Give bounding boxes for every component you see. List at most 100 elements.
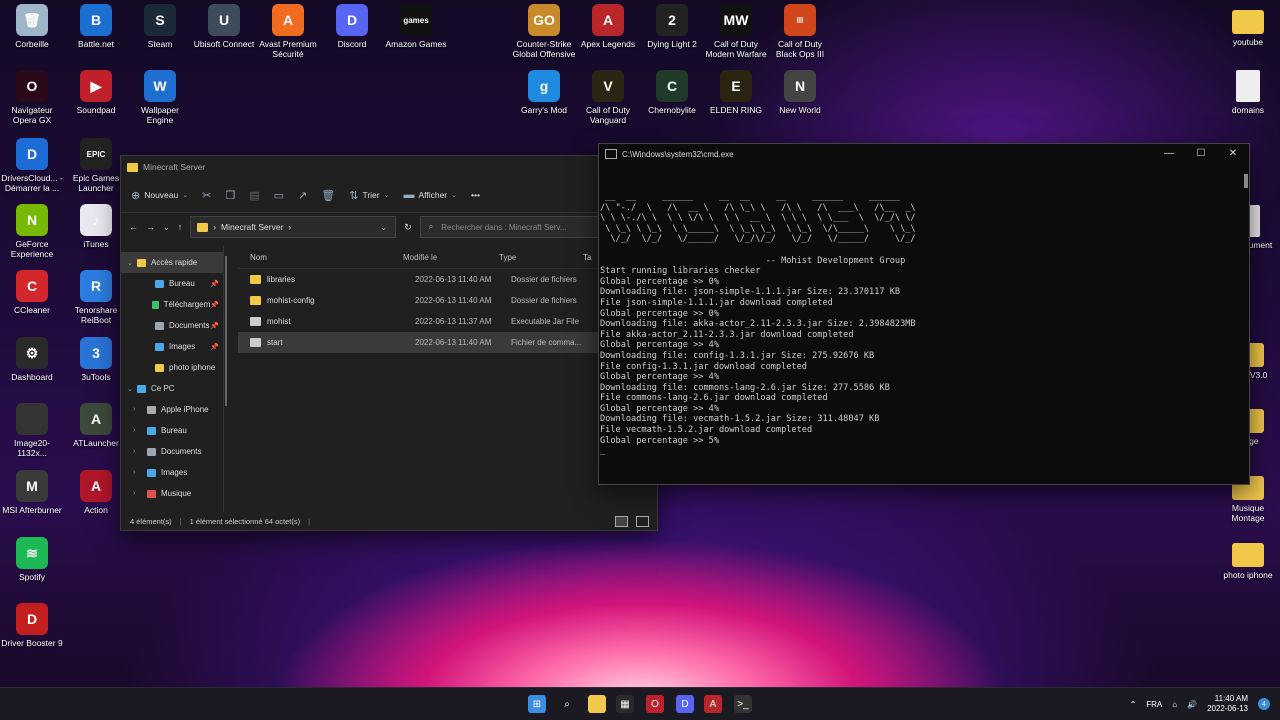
pin-icon[interactable]: 📌	[210, 280, 219, 288]
desktop-icon[interactable]: ⚙ Dashboard	[0, 337, 64, 382]
discord-button[interactable]: D	[675, 694, 695, 714]
paste-button[interactable]: ▤	[249, 189, 259, 202]
desktop-icon[interactable]: A ATLauncher	[64, 403, 128, 448]
copy-button[interactable]: ❐	[225, 189, 235, 202]
forward-arrow-icon[interactable]: →	[146, 222, 155, 232]
column-name[interactable]: Nom	[238, 253, 403, 262]
desktop-icon[interactable]: photo iphone	[1216, 537, 1280, 580]
cut-button[interactable]: ✂	[202, 189, 211, 202]
search-box[interactable]: ⌕ Rechercher dans : Minecraft Serv...	[419, 216, 610, 238]
desktop-icon[interactable]: B Battle.net	[64, 4, 128, 49]
explorer-button[interactable]	[587, 694, 607, 714]
volume-icon[interactable]: 🔊	[1187, 700, 1197, 709]
chevron-up-icon[interactable]: ⌃	[1130, 700, 1137, 709]
desktop-icon[interactable]: g Garry's Mod	[512, 70, 576, 115]
close-icon[interactable]: ✕	[1217, 144, 1249, 164]
sort-button[interactable]: ⇅ Trier ⌄	[349, 189, 389, 202]
cmd-window[interactable]: C:\Windows\system32\cmd.exe — ☐ ✕ __ __ …	[598, 143, 1250, 485]
desktop-icon[interactable]: youtube	[1216, 4, 1280, 47]
address-bar[interactable]: › Minecraft Server › ⌄	[190, 216, 397, 238]
chevron-right-icon[interactable]: ›	[133, 427, 147, 434]
apex-button[interactable]: A	[703, 694, 723, 714]
sidebar-item[interactable]: › Bureau	[121, 420, 223, 441]
column-date[interactable]: Modifié le	[403, 253, 499, 262]
desktop-icon[interactable]: GO Counter-Strike Global Offensive	[512, 4, 576, 59]
pin-icon[interactable]: 📌	[210, 301, 219, 309]
desktop-icon[interactable]: R Tenorshare ReiBoot	[64, 270, 128, 325]
desktop-icon[interactable]: D Driver Booster 9	[0, 603, 64, 648]
file-explorer-window[interactable]: Minecraft Server ⊕ Nouveau ⌄ ✂ ❐ ▤ ▭ ↗ 🗑 ⇅…	[120, 155, 658, 531]
more-options-button[interactable]: •••	[471, 190, 480, 200]
new-button[interactable]: ⊕ Nouveau ⌄	[131, 189, 188, 202]
chevron-down-icon[interactable]: ⌄	[127, 259, 137, 267]
maximize-icon[interactable]: ☐	[1185, 144, 1217, 164]
desktop-icon[interactable]: 3 3uTools	[64, 337, 128, 382]
explorer-titlebar[interactable]: Minecraft Server	[121, 156, 657, 178]
desktop-icon[interactable]: ≋ Spotify	[0, 537, 64, 582]
desktop-icon[interactable]: U Ubisoft Connect	[192, 4, 256, 49]
sidebar-item[interactable]: ⌄ Accès rapide	[121, 252, 223, 273]
desktop-icon[interactable]: A Apex Legends	[576, 4, 640, 49]
delete-button[interactable]: 🗑	[321, 189, 335, 202]
back-arrow-icon[interactable]: ←	[129, 222, 138, 232]
console-scrollbar[interactable]	[1244, 174, 1248, 188]
sidebar-item[interactable]: › Apple iPhone	[121, 399, 223, 420]
sidebar-item[interactable]: Téléchargem 📌	[121, 294, 223, 315]
sidebar-item[interactable]: › Documents	[121, 441, 223, 462]
address-dropdown-icon[interactable]: ⌄	[380, 222, 387, 233]
desktop-icon[interactable]: III Call of Duty Black Ops III	[768, 4, 832, 59]
desktop-icon[interactable]: C CCleaner	[0, 270, 64, 315]
desktop-icon[interactable]: W Wallpaper Engine	[128, 70, 192, 125]
share-button[interactable]: ↗	[298, 189, 307, 202]
view-button[interactable]: ▬ Afficher ⌄	[403, 189, 457, 201]
rename-button[interactable]: ▭	[274, 189, 284, 202]
desktop-icon[interactable]: D DriversCloud... - Démarrer la ...	[0, 138, 64, 193]
desktop-icon[interactable]: Image20-1132x...	[0, 403, 64, 458]
language-indicator[interactable]: FRA	[1146, 700, 1162, 709]
file-row[interactable]: mohist-config 2022-06-13 11:40 AM Dossier …	[238, 290, 657, 311]
minimize-icon[interactable]: —	[1153, 144, 1185, 164]
chevron-right-icon[interactable]: ›	[133, 448, 147, 455]
chevron-down-icon[interactable]: ⌄	[127, 385, 137, 393]
pin-icon[interactable]: 📌	[210, 343, 219, 351]
up-arrow-icon[interactable]: ↑	[178, 222, 183, 232]
desktop-icon[interactable]: S Steam	[128, 4, 192, 49]
opera-button[interactable]: O	[645, 694, 665, 714]
file-row[interactable]: start 2022-06-13 11:40 AM Fichier de comma…	[238, 332, 657, 353]
sidebar-item[interactable]: ⌄ Ce PC	[121, 378, 223, 399]
chevron-right-icon[interactable]: ›	[133, 406, 147, 413]
notification-badge[interactable]: 4	[1258, 698, 1270, 710]
file-row[interactable]: libraries 2022-06-13 11:40 AM Dossier de f…	[238, 269, 657, 290]
desktop-icon[interactable]: A Action	[64, 470, 128, 515]
desktop-icon[interactable]: D Discord	[320, 4, 384, 49]
cmd-titlebar[interactable]: C:\Windows\system32\cmd.exe	[599, 144, 1249, 164]
sidebar-item[interactable]: › Images	[121, 462, 223, 483]
search-button[interactable]: ⌕	[557, 694, 577, 714]
start-button[interactable]: ⊞	[527, 694, 547, 714]
desktop-icon[interactable]: MW Call of Duty Modern Warfare	[704, 4, 768, 59]
column-size[interactable]: Ta	[583, 253, 591, 262]
desktop-icon[interactable]: V Call of Duty Vanguard	[576, 70, 640, 125]
desktop-icon[interactable]: EPIC Epic Games Launcher	[64, 138, 128, 193]
desktop-icon[interactable]: domains	[1216, 70, 1280, 115]
sidebar-item[interactable]: Documents 📌	[121, 315, 223, 336]
sidebar-item[interactable]: photo iphone	[121, 357, 223, 378]
chevron-right-icon[interactable]: ›	[133, 469, 147, 476]
desktop-icon[interactable]: C Chernobylite	[640, 70, 704, 115]
store-button[interactable]: ▦	[615, 694, 635, 714]
desktop-icon[interactable]: O Navigateur Opera GX	[0, 70, 64, 125]
desktop-icon[interactable]: N GeForce Experience	[0, 204, 64, 259]
clock[interactable]: 11:40 AM 2022-06-13	[1207, 694, 1248, 714]
console-output[interactable]: __ __ ______ __ __ __ ______ ______ /\ "…	[599, 164, 1239, 484]
chevron-right-icon[interactable]: ›	[133, 490, 147, 497]
tiles-view-icon[interactable]	[636, 515, 649, 527]
recent-chevron-icon[interactable]: ⌄	[163, 223, 170, 232]
sidebar-item[interactable]: › Musique	[121, 483, 223, 504]
desktop-icon[interactable]: games Amazon Games	[384, 4, 448, 49]
pin-icon[interactable]: 📌	[210, 322, 219, 330]
desktop-icon[interactable]: ▶ Soundpad	[64, 70, 128, 115]
details-view-icon[interactable]	[615, 515, 628, 527]
network-icon[interactable]: ⌂	[1172, 700, 1177, 709]
desktop-icon[interactable]: A Avast Premium Sécurité	[256, 4, 320, 59]
refresh-icon[interactable]: ↻	[404, 222, 412, 233]
